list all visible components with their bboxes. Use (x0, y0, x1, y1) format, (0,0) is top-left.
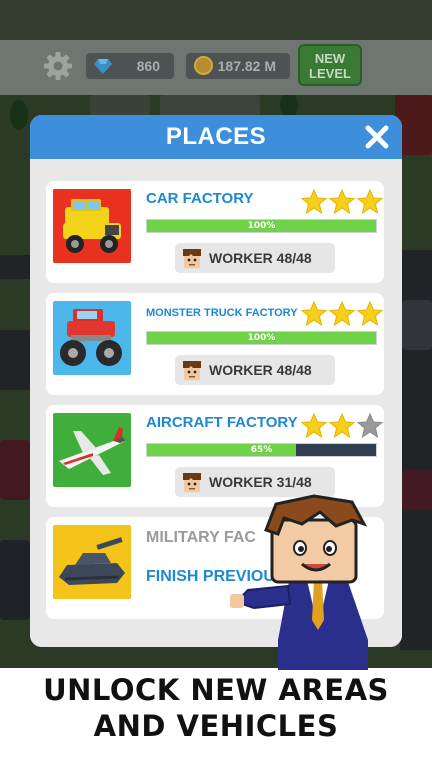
worker-icon (183, 473, 201, 492)
car-factory-thumbnail (53, 189, 131, 263)
worker-label: WORKER 48/48 (209, 362, 312, 378)
place-card-car-factory[interactable]: CAR FACTORY 100% WORKER 48/48 (46, 181, 384, 283)
new-level-label-1: NEW (314, 51, 346, 66)
tank-icon (59, 537, 125, 585)
star-rating (301, 413, 383, 439)
progress-label: 100% (247, 221, 276, 231)
worker-label: WORKER 48/48 (209, 250, 312, 266)
coin-counter: 187.82 M (186, 53, 290, 79)
star-icon (356, 189, 383, 215)
monster-truck-thumbnail (53, 301, 131, 375)
caption-line-2: AND VEHICLES (93, 709, 339, 743)
mascot-character (230, 494, 368, 670)
panel-header: PLACES (30, 115, 402, 159)
progress-label: 65% (250, 445, 273, 455)
worker-icon (183, 249, 201, 268)
progress-bar: 65% (146, 443, 377, 457)
place-name: CAR FACTORY (146, 190, 254, 207)
close-icon[interactable] (363, 123, 391, 151)
progress-label: 100% (247, 333, 276, 343)
progress-bar: 100% (146, 331, 377, 345)
worker-icon (183, 361, 201, 380)
gem-counter: 860 (86, 53, 174, 79)
gem-icon (94, 59, 112, 74)
new-level-button[interactable]: NEW LEVEL (298, 44, 362, 86)
star-rating (301, 301, 383, 327)
place-card-monster-truck-factory[interactable]: MONSTER TRUCK FACTORY 100% WORKER 48/48 (46, 293, 384, 395)
star-icon (328, 301, 356, 327)
star-icon (301, 301, 328, 327)
star-icon (301, 189, 328, 215)
panel-title: PLACES (165, 123, 267, 150)
coin-icon (194, 56, 213, 75)
monster-truck-icon (60, 309, 122, 366)
gear-icon[interactable] (42, 50, 74, 82)
aircraft-icon (59, 427, 125, 475)
caption-line-1: UNLOCK NEW AREAS (43, 673, 389, 707)
star-icon (328, 189, 356, 215)
aircraft-thumbnail (53, 413, 131, 487)
military-thumbnail (53, 525, 131, 599)
progress-bar: 100% (146, 219, 377, 233)
star-icon (301, 413, 328, 439)
star-empty-icon (356, 413, 383, 439)
star-rating (301, 189, 383, 215)
new-level-label-2: LEVEL (309, 66, 351, 81)
worker-count: WORKER 48/48 (175, 355, 335, 385)
jeep-icon (63, 199, 121, 253)
coin-count: 187.82 M (217, 58, 276, 74)
worker-count: WORKER 48/48 (175, 243, 335, 273)
star-icon (356, 301, 383, 327)
place-name: AIRCRAFT FACTORY (146, 414, 298, 431)
promo-caption: UNLOCK NEW AREAS AND VEHICLES (0, 672, 432, 744)
place-name: MONSTER TRUCK FACTORY (146, 307, 298, 319)
gem-count: 860 (136, 58, 160, 74)
star-icon (328, 413, 356, 439)
